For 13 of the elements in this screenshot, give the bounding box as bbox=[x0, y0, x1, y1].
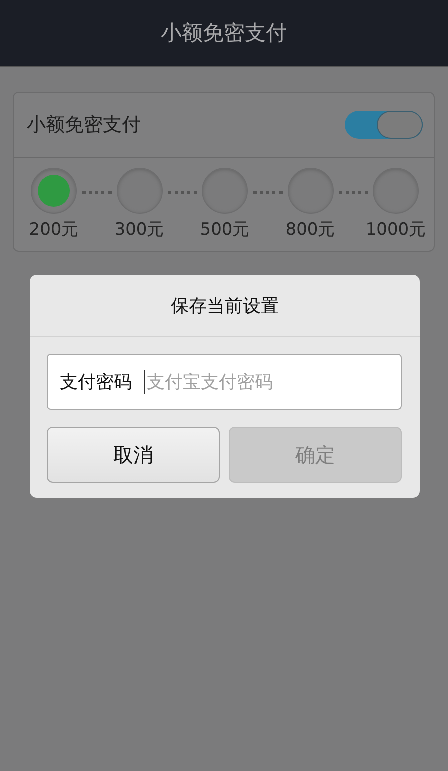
toggle-switch[interactable] bbox=[345, 111, 423, 139]
password-field[interactable]: 支付密码 支付宝支付密码 bbox=[47, 354, 402, 410]
dialog-title: 保存当前设置 bbox=[30, 275, 420, 337]
toggle-label: 小额免密支付 bbox=[27, 113, 141, 138]
amount-option[interactable]: 1000元 bbox=[364, 168, 428, 241]
amount-option[interactable]: 500元 bbox=[193, 168, 257, 241]
amount-option[interactable]: 200元 bbox=[22, 168, 86, 241]
password-input[interactable]: 支付宝支付密码 bbox=[145, 372, 389, 392]
field-label: 支付密码 bbox=[60, 371, 132, 394]
app-bar-title: 小额免密支付 bbox=[161, 20, 287, 47]
amount-option[interactable]: 300元 bbox=[108, 168, 172, 241]
amount-option[interactable]: 800元 bbox=[278, 168, 342, 241]
dialog-button[interactable]: 取消 bbox=[47, 427, 220, 483]
